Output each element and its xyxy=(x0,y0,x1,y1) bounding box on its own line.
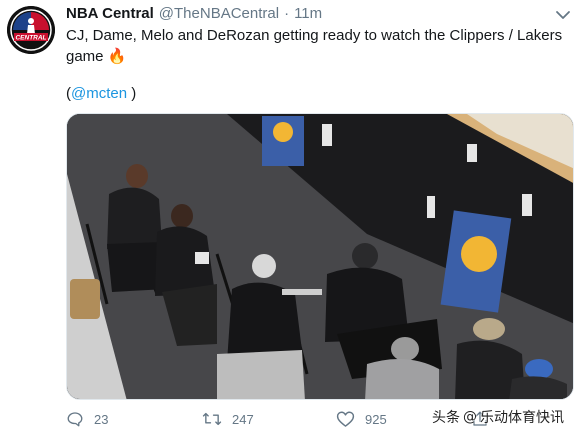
separator-dot: · xyxy=(284,5,290,22)
reply-count: 23 xyxy=(94,411,109,427)
mention-line: (@mcten ) xyxy=(66,84,136,104)
author-handle[interactable]: @TheNBACentral xyxy=(159,5,279,22)
heart-icon xyxy=(336,411,355,427)
watermark-prefix: 头条 xyxy=(432,410,460,426)
mention-link[interactable]: @mcten xyxy=(71,85,127,102)
avatar[interactable]: CENTRAL xyxy=(7,6,55,54)
tweet-text: CJ, Dame, Melo and DeRozan getting ready… xyxy=(66,26,572,67)
reply-button[interactable]: 23 xyxy=(66,408,108,430)
watermark-name: 乐动体育快讯 xyxy=(480,410,564,426)
avatar-logo-text: CENTRAL xyxy=(15,35,46,42)
mention-close-paren: ) xyxy=(127,85,137,102)
tweet-header: NBA Central @TheNBACentral · 11m xyxy=(66,5,322,25)
reply-icon xyxy=(67,412,83,427)
like-count: 925 xyxy=(365,411,387,427)
tweet-photo[interactable] xyxy=(66,113,574,400)
tweet-card: CENTRAL NBA Central @TheNBACentral · 11m… xyxy=(0,0,586,435)
nba-central-logo: CENTRAL xyxy=(7,6,55,54)
fire-emoji: 🔥 xyxy=(107,47,127,65)
toutiao-watermark: 头条 @ 乐动体育快讯 xyxy=(432,405,564,429)
like-button[interactable]: 925 xyxy=(336,408,387,430)
author-name[interactable]: NBA Central xyxy=(66,5,154,22)
timestamp[interactable]: 11m xyxy=(294,5,322,22)
tweet-text-content: CJ, Dame, Melo and DeRozan getting ready… xyxy=(66,27,563,65)
retweet-count: 247 xyxy=(232,411,254,427)
at-sign-icon: @ xyxy=(463,409,477,425)
retweet-icon xyxy=(202,412,222,426)
retweet-button[interactable]: 247 xyxy=(202,408,254,430)
arena-photo xyxy=(67,114,573,399)
chevron-down-icon[interactable] xyxy=(552,6,574,24)
